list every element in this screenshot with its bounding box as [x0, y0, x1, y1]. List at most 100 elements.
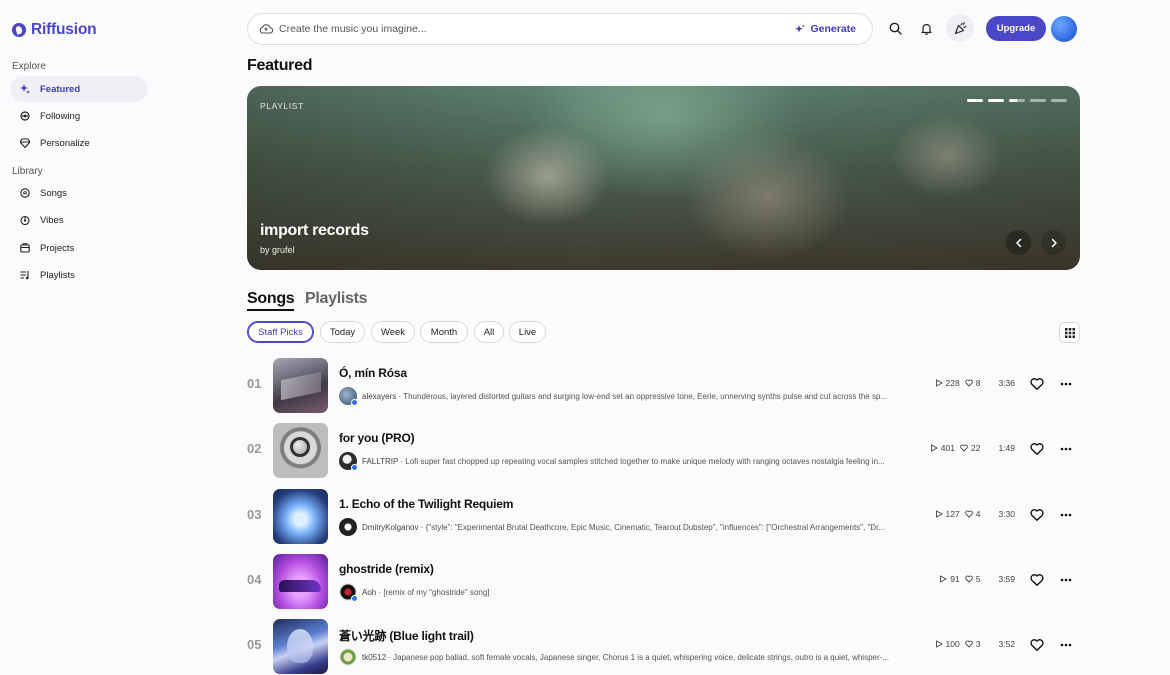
- sidebar-item-projects[interactable]: Projects: [10, 235, 148, 261]
- chevron-left-icon: [1015, 238, 1021, 247]
- creator-avatar[interactable]: [339, 648, 357, 666]
- create-prompt-bar[interactable]: Create the music you imagine... Generate: [247, 13, 873, 45]
- ellipsis-icon: [1060, 643, 1072, 647]
- carousel-dot[interactable]: [1009, 99, 1025, 102]
- creator-name[interactable]: Aoh: [362, 588, 376, 597]
- banner-title[interactable]: import records: [260, 222, 369, 240]
- banner-tag: PLAYLIST: [260, 101, 304, 111]
- sidebar: Riffusion Explore Featured Following Per…: [0, 0, 160, 675]
- library-section-label: Library: [12, 166, 43, 177]
- creator-avatar[interactable]: [339, 583, 358, 602]
- song-duration: 3:36: [998, 378, 1015, 388]
- sidebar-item-songs[interactable]: Songs: [10, 180, 148, 206]
- user-avatar[interactable]: [1051, 16, 1077, 42]
- song-row[interactable]: 03 1. Echo of the Twilight Requiem Dmitr…: [247, 488, 1080, 545]
- sidebar-item-label: Projects: [40, 242, 75, 254]
- featured-banner[interactable]: PLAYLIST import records by grufel: [247, 86, 1080, 270]
- ellipsis-icon: [1060, 513, 1072, 517]
- creator-name[interactable]: FALLTRIP: [362, 457, 398, 466]
- sidebar-item-following[interactable]: Following: [10, 103, 148, 129]
- song-description-text: {"style": "Experimental Brutal Deathcore…: [425, 522, 885, 532]
- creator-name[interactable]: DmitryKolganov: [362, 523, 418, 532]
- more-options-button[interactable]: [1059, 572, 1073, 588]
- sidebar-item-vibes[interactable]: Vibes: [10, 207, 148, 233]
- filter-staff-picks[interactable]: Staff Picks: [247, 321, 314, 343]
- grid-view-button[interactable]: [1059, 322, 1080, 343]
- like-button[interactable]: [1029, 507, 1045, 523]
- sidebar-item-featured[interactable]: Featured: [10, 76, 148, 102]
- filter-week[interactable]: Week: [371, 321, 415, 343]
- generate-button[interactable]: Generate: [795, 23, 856, 35]
- gem-icon: [20, 138, 30, 148]
- carousel-dot[interactable]: [1030, 99, 1046, 102]
- song-title[interactable]: for you (PRO): [339, 431, 415, 445]
- like-button[interactable]: [1029, 637, 1045, 653]
- cloud-upload-icon[interactable]: [259, 23, 273, 35]
- song-cover[interactable]: [273, 423, 328, 478]
- more-options-button[interactable]: [1059, 376, 1073, 392]
- tab-playlists[interactable]: Playlists: [305, 290, 368, 308]
- heart-icon: [1030, 639, 1044, 651]
- more-options-button[interactable]: [1059, 507, 1073, 523]
- creator-avatar[interactable]: [339, 518, 357, 536]
- song-title[interactable]: ghostride (remix): [339, 562, 434, 576]
- music-note-icon: [20, 188, 30, 198]
- filter-live[interactable]: Live: [509, 321, 546, 343]
- more-options-button[interactable]: [1059, 441, 1073, 457]
- carousel-dot[interactable]: [1051, 99, 1067, 102]
- song-description-text: Lofi super fast chopped up repeating voc…: [405, 456, 885, 466]
- filter-today[interactable]: Today: [320, 321, 365, 343]
- like-button[interactable]: [1029, 572, 1045, 588]
- song-cover[interactable]: [273, 554, 328, 609]
- song-title[interactable]: Ó, mín Rósa: [339, 366, 407, 380]
- carousel-next-button[interactable]: [1041, 230, 1066, 255]
- song-stats: 228 8 3:36: [935, 378, 1015, 388]
- song-meta: DmitryKolganov · {"style": "Experimental…: [339, 518, 914, 536]
- like-button[interactable]: [1029, 376, 1045, 392]
- song-row[interactable]: 05 蒼い光跡 (Blue light trail) tk0512 · Japa…: [247, 618, 1080, 675]
- song-row[interactable]: 04 ghostride (remix) Aoh · [remix of my …: [247, 553, 1080, 610]
- banner-byline[interactable]: by grufel: [260, 245, 295, 255]
- song-rank: 04: [247, 572, 262, 587]
- song-row[interactable]: 01 Ó, mín Rósa alexayers · Thunderous, l…: [247, 357, 1080, 414]
- play-count: 228: [935, 378, 960, 388]
- song-title[interactable]: 1. Echo of the Twilight Requiem: [339, 497, 513, 511]
- like-button[interactable]: [1029, 441, 1045, 457]
- song-description-text: Japanese pop ballad, soft female vocals,…: [393, 652, 889, 662]
- filter-month[interactable]: Month: [420, 321, 468, 343]
- search-button[interactable]: [881, 14, 909, 42]
- song-cover[interactable]: [273, 619, 328, 674]
- carousel-dot[interactable]: [967, 99, 983, 102]
- search-input[interactable]: Create the music you imagine...: [279, 23, 795, 35]
- carousel-prev-button[interactable]: [1006, 230, 1031, 255]
- creator-avatar[interactable]: [339, 387, 358, 406]
- heart-icon: [1030, 574, 1044, 586]
- song-row[interactable]: 02 for you (PRO) FALLTRIP · Lofi super f…: [247, 422, 1080, 479]
- banner-overlay: [247, 86, 1080, 270]
- sparkle-icon: [795, 24, 806, 33]
- song-title[interactable]: 蒼い光跡 (Blue light trail): [339, 627, 474, 644]
- carousel-dot[interactable]: [988, 99, 1004, 102]
- song-cover[interactable]: [273, 489, 328, 544]
- song-description: DmitryKolganov · {"style": "Experimental…: [362, 522, 885, 532]
- vibes-icon: [20, 215, 30, 225]
- song-description: Aoh · [remix of my "ghostride" song]: [362, 587, 490, 597]
- sparkle-icon: [20, 84, 30, 94]
- notifications-button[interactable]: [912, 14, 940, 42]
- upgrade-button[interactable]: Upgrade: [986, 16, 1046, 41]
- filter-all[interactable]: All: [474, 321, 504, 343]
- logo[interactable]: Riffusion: [12, 21, 97, 39]
- creator-name[interactable]: alexayers: [362, 392, 396, 401]
- sidebar-item-playlists[interactable]: Playlists: [10, 262, 148, 288]
- grid-icon: [1064, 327, 1075, 338]
- sidebar-item-personalize[interactable]: Personalize: [10, 130, 148, 156]
- creator-avatar[interactable]: [339, 452, 358, 471]
- celebrate-button[interactable]: [946, 14, 974, 42]
- heart-small-icon: [964, 379, 973, 387]
- creator-name[interactable]: tk0512: [362, 653, 386, 662]
- more-options-button[interactable]: [1059, 637, 1073, 653]
- like-count-value: 8: [975, 378, 981, 388]
- play-count-value: 127: [945, 509, 960, 519]
- song-cover[interactable]: [273, 358, 328, 413]
- tab-songs[interactable]: Songs: [247, 290, 295, 311]
